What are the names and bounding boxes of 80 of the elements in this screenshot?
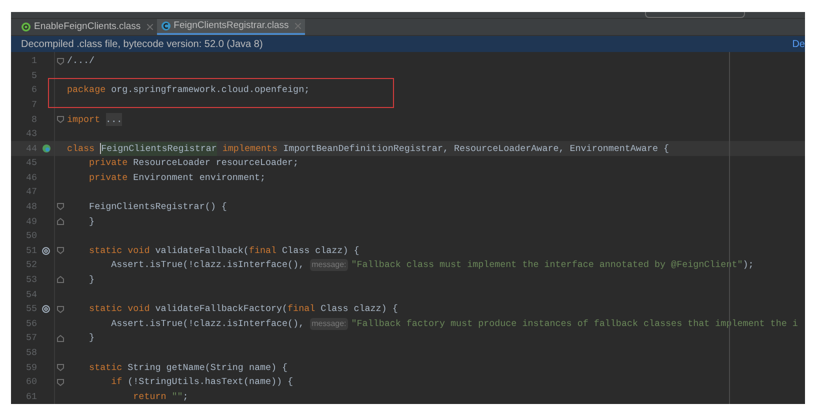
parameter-hint: message: (310, 318, 348, 330)
editor-tab[interactable]: EnableFeignClients.class (17, 19, 157, 36)
fold-icon[interactable] (57, 247, 64, 254)
code-text: ); (742, 258, 754, 272)
code-text: String getName(String name) { (128, 360, 288, 374)
string-literal: "" (172, 390, 183, 404)
line-number: 49 (24, 214, 37, 228)
line-number: 47 (24, 185, 37, 200)
code-text: ; (182, 390, 188, 404)
code-text: (!StringUtils.hasText(name)) { (128, 375, 294, 389)
string-literal: "Fallback class must implement the interface annotated by @FeignClient" (351, 258, 743, 272)
fold-icon[interactable] (57, 58, 64, 65)
code-keyword: implements (221, 142, 279, 156)
code-text: Environment environment; (133, 170, 266, 185)
folded-code: ... (106, 112, 122, 126)
line-number: 51 (24, 244, 37, 258)
line-number: 8 (30, 112, 37, 126)
info-message: Decompiled .class file, bytecode version: 52.0 (Java 8) (21, 38, 263, 52)
line-number: 55 (24, 302, 37, 316)
code-text: } (88, 273, 95, 287)
line-number: 57 (24, 331, 37, 346)
code-keyword: if (110, 375, 124, 389)
line-number: 50 (24, 229, 37, 244)
code-text: validateFallback( (155, 244, 249, 258)
close-icon[interactable] (146, 24, 153, 30)
text-caret (100, 143, 102, 154)
line-number: 56 (24, 316, 37, 331)
line-number: 48 (24, 200, 37, 214)
line-number: 46 (24, 170, 37, 185)
code-text: Assert.isTrue(!clazz.isInterface(), (110, 316, 306, 331)
annotation-icon (21, 22, 31, 32)
line-number: 61 (24, 390, 37, 404)
editor-tab[interactable]: FeignClientsRegistrar.class (156, 19, 305, 36)
line-number: 5 (30, 68, 37, 83)
fold-icon[interactable] (57, 306, 64, 313)
line-number: 52 (24, 258, 37, 272)
code-text: } (88, 331, 95, 346)
fold-end-icon[interactable] (57, 276, 64, 284)
line-number: 7 (30, 98, 37, 112)
code-text: Assert.isTrue(!clazz.isInterface(), (110, 258, 306, 272)
fold-end-icon[interactable] (57, 334, 64, 342)
code-text: org.springframework.cloud.openfeign; (111, 83, 310, 98)
bean-icon[interactable] (42, 144, 50, 154)
code-keyword: package (67, 83, 107, 98)
code-keyword: final (288, 302, 316, 316)
line-number: 58 (24, 346, 37, 360)
code-text: ResourceLoader resourceLoader; (133, 156, 299, 170)
line-number: 45 (24, 156, 37, 170)
info-link[interactable]: De (792, 36, 805, 52)
line-number: 59 (24, 360, 37, 374)
string-literal: "Fallback factory must produce instances of fallback classes that implement the i (351, 316, 798, 331)
line-number: 6 (30, 83, 37, 98)
code-keyword: private (88, 156, 129, 170)
code-text: ImportBeanDefinitionRegistrar, ResourceLoaderAware, EnvironmentAware { (283, 142, 670, 156)
code-text: Class clazz) { (282, 244, 360, 258)
code-keyword: static (88, 360, 124, 374)
line-number: 1 (30, 54, 37, 68)
code-keyword: static void (88, 244, 151, 258)
line-number: 53 (24, 273, 37, 287)
code-keyword: static void (88, 302, 151, 316)
code-keyword: import (67, 112, 102, 126)
line-number: 60 (24, 375, 37, 389)
line-number: 43 (24, 127, 37, 141)
code-text: /.../ (67, 54, 95, 68)
code-text: validateFallbackFactory( (155, 302, 288, 316)
class-name: FeignClientsRegistrar (101, 142, 217, 156)
line-number: 54 (24, 288, 37, 302)
parameter-hint: message: (310, 259, 348, 272)
code-text: FeignClientsRegistrar() { (88, 200, 227, 214)
code-text: Class clazz) { (320, 302, 398, 316)
fold-icon[interactable] (57, 116, 64, 123)
class-icon (160, 21, 171, 32)
close-icon[interactable] (294, 23, 301, 30)
code-text: } (88, 214, 95, 228)
code-keyword: final (248, 244, 278, 258)
fold-end-icon[interactable] (57, 218, 64, 226)
code-keyword: private (88, 170, 129, 185)
fold-icon[interactable] (57, 203, 64, 210)
code-keyword: class (67, 142, 96, 156)
code-keyword: return (132, 390, 168, 404)
